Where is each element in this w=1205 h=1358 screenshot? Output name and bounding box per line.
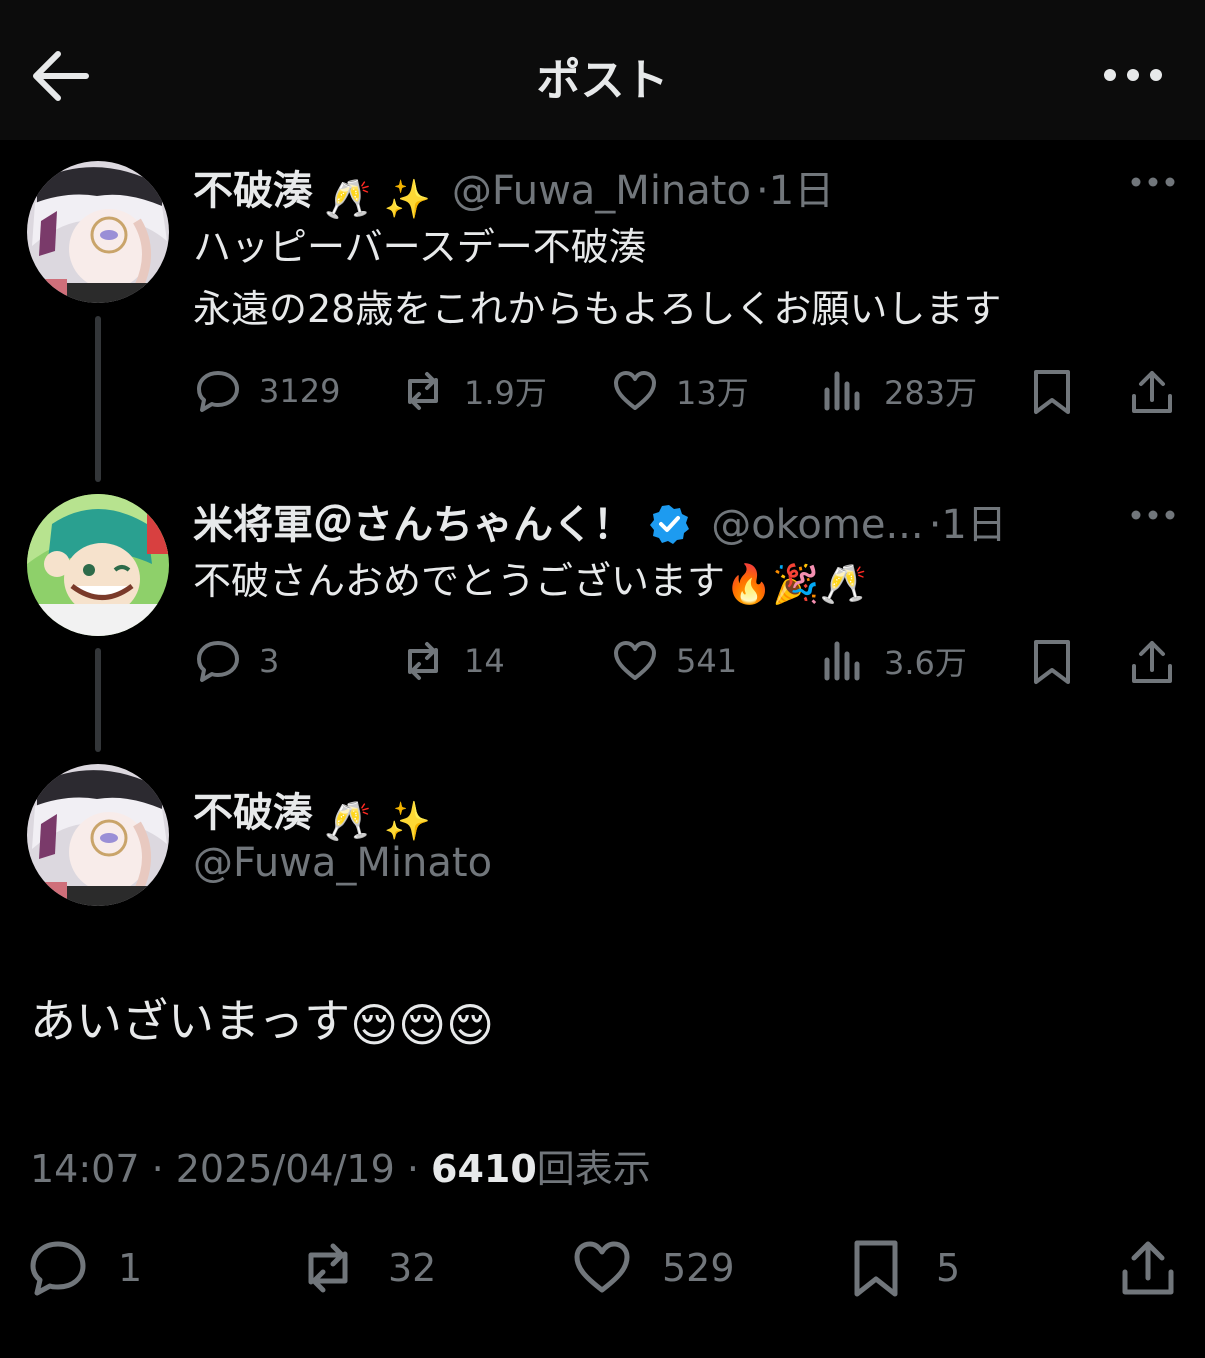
repost-icon (408, 642, 438, 680)
main-tweet-timestamp[interactable]: 14:07 · 2025/04/19 · (30, 1147, 431, 1191)
main-like-button[interactable]: 529 (572, 1238, 735, 1298)
main-author-name-row: 不破湊 🥂 ✨ (193, 780, 431, 843)
reply-icon (197, 641, 239, 682)
tweet-2-repost-count: 14 (464, 642, 505, 680)
tweet-1-more-icon[interactable] (1130, 175, 1176, 189)
tweet-1-like-button[interactable]: 13万 (612, 368, 749, 414)
fuwa-avatar-image (27, 161, 169, 303)
tweet-1-text-line-2: 永遠の28歳をこれからもよろしくお願いします (193, 287, 1002, 331)
main-reply-button[interactable]: 1 (28, 1238, 142, 1298)
tweet-1-time[interactable]: ·1日 (756, 168, 834, 214)
tweet-1-text-line-1: ハッピーバースデー不破湊 (193, 225, 647, 269)
repost-icon (408, 372, 438, 410)
main-bookmark-count: 5 (936, 1246, 961, 1290)
main-tweet-view-label: 回表示 (536, 1147, 651, 1191)
main-bookmark-button[interactable]: 5 (846, 1238, 960, 1298)
analytics-icon (824, 371, 860, 411)
main-author-name[interactable]: 不破湊 (193, 790, 313, 836)
avatar-fuwa[interactable] (27, 161, 169, 303)
tweet-2-like-count: 541 (676, 642, 738, 680)
thread-line (95, 316, 101, 482)
tweet-1-header: 不破湊 🥂 ✨ @Fuwa_Minato ·1日 (193, 158, 834, 221)
repost-icon (308, 1243, 348, 1293)
tweet-2-view-count: 3.6万 (884, 644, 967, 682)
tweet-2-repost-button[interactable]: 14 (400, 638, 505, 684)
tweet-2-views[interactable]: 3.6万 (820, 638, 967, 684)
tweet-2-reply-button[interactable]: 3 (195, 638, 279, 684)
page-title: ポスト (536, 55, 669, 106)
tweet-2-time[interactable]: ·1日 (929, 502, 1007, 548)
tweet-1-share-icon[interactable] (1128, 368, 1176, 416)
verified-badge-icon (650, 505, 690, 544)
avatar-okome[interactable] (27, 494, 169, 636)
tweet-2-reply-count: 3 (259, 642, 280, 680)
thread-line (95, 648, 101, 752)
okome-avatar-image (27, 494, 169, 636)
bookmark-icon (854, 1240, 898, 1297)
main-share-icon[interactable] (1118, 1238, 1178, 1298)
tweet-2-like-button[interactable]: 541 (612, 638, 737, 684)
avatar-fuwa-main[interactable] (27, 764, 169, 906)
tweet-2-emoji: 🔥🎉🥂 (725, 561, 867, 606)
tweet-1-repost-button[interactable]: 1.9万 (400, 368, 547, 414)
tweet-1-views[interactable]: 283万 (820, 368, 977, 414)
tweet-2-share-icon[interactable] (1128, 638, 1176, 686)
main-like-count: 529 (662, 1246, 735, 1290)
tweet-1-view-count: 283万 (884, 374, 978, 412)
tweet-2-header: 米将軍＠さんちゃんく！ @okome... ·1日 (193, 492, 1007, 548)
tweet-2-name[interactable]: 米将軍＠さんちゃんく！ (193, 502, 633, 548)
heart-icon (614, 371, 656, 410)
fuwa-avatar-image (27, 764, 169, 906)
tweet-2-handle[interactable]: @okome... (711, 502, 923, 548)
main-tweet-emoji: 😌😌😌 (350, 997, 495, 1052)
tweet-2-text-line-1: 不破さんおめでとうございます (193, 559, 726, 603)
tweet-1-name[interactable]: 不破湊 (193, 168, 313, 214)
tweet-1-like-count: 13万 (676, 374, 749, 412)
tweet-1-bookmark-icon[interactable] (1028, 368, 1076, 416)
reply-icon (30, 1241, 86, 1296)
heart-icon (614, 641, 656, 680)
main-repost-button[interactable]: 32 (298, 1238, 436, 1298)
tweet-1-handle[interactable]: @Fuwa_Minato (452, 168, 751, 214)
more-options-icon[interactable] (1101, 64, 1165, 86)
main-tweet-text-body: あいざいまっす (30, 994, 351, 1048)
tweet-2-bookmark-icon[interactable] (1028, 638, 1076, 686)
top-bar: ポスト (0, 0, 1205, 140)
tweet-2-more-icon[interactable] (1130, 508, 1176, 522)
main-author-name-emoji: 🥂 ✨ (324, 799, 431, 843)
heart-icon (574, 1241, 630, 1293)
tweet-1-reply-count: 3129 (259, 372, 341, 410)
main-author-handle[interactable]: @Fuwa_Minato (193, 840, 492, 886)
tweet-1-repost-count: 1.9万 (464, 374, 547, 412)
reply-icon (197, 371, 239, 412)
main-reply-count: 1 (118, 1246, 143, 1290)
main-repost-count: 32 (388, 1246, 437, 1290)
main-tweet-meta: 14:07 · 2025/04/19 · 6410回表示 (30, 1138, 651, 1193)
analytics-icon (824, 641, 860, 681)
tweet-2-text: 不破さんおめでとうございます🔥🎉🥂 (193, 550, 867, 615)
main-tweet-view-count: 6410 (431, 1147, 537, 1191)
main-tweet-text: あいざいまっす😌😌😌 (30, 985, 494, 1052)
tweet-1-reply-button[interactable]: 3129 (195, 368, 340, 414)
